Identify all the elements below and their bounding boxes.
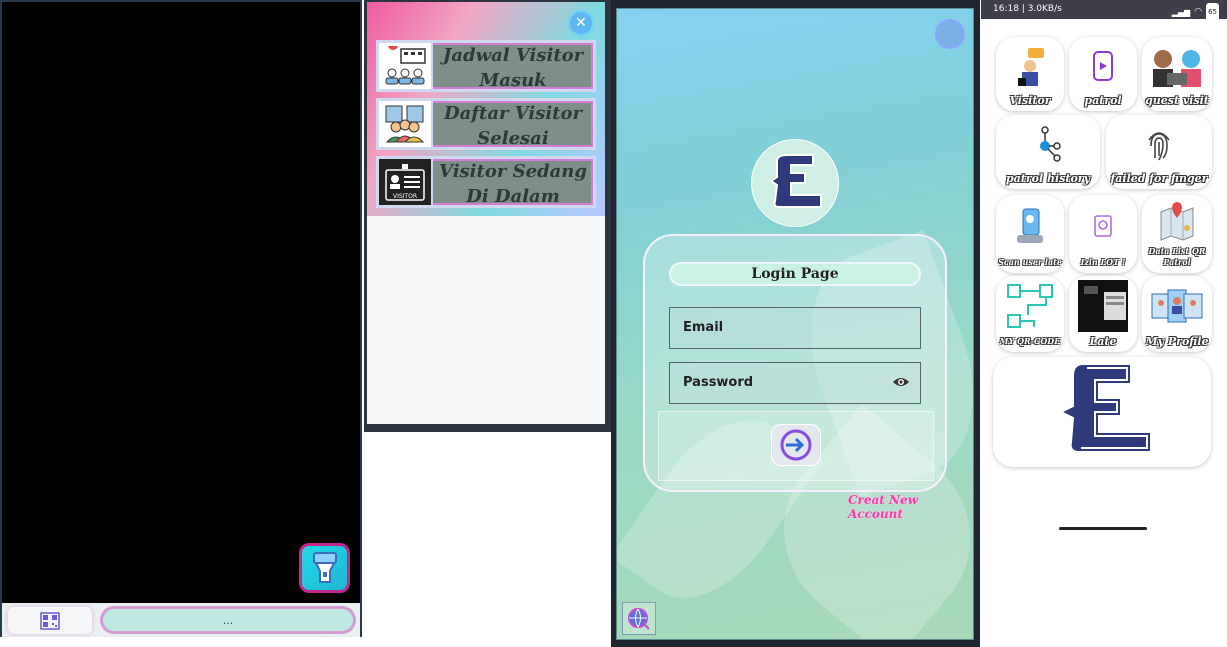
- battery-icon: 65: [1206, 3, 1219, 22]
- tile-label: MY QR-CODE: [999, 336, 1061, 346]
- menu-item-line1: Jadwal Visitor: [442, 45, 584, 66]
- tile-label: Late: [1089, 335, 1117, 348]
- flashlight-icon: [312, 552, 337, 583]
- signal-icon: ▂▄▆: [1171, 8, 1191, 17]
- menu-item-visitor-sedang[interactable]: VISITOR Visitor Sedang Di Dalam: [376, 156, 596, 208]
- visitor-id-card-icon: VISITOR: [379, 159, 433, 205]
- scanner-screen: ...: [0, 0, 362, 637]
- flashlight-button[interactable]: [299, 543, 350, 593]
- tile-label: patrol: [1084, 94, 1122, 107]
- tile-patrol[interactable]: patrol: [1069, 37, 1137, 111]
- login-button[interactable]: [771, 424, 821, 466]
- tile-label: guest visit: [1145, 94, 1209, 107]
- tile-late[interactable]: Late: [1069, 276, 1137, 352]
- schedule-visitor-icon: [379, 43, 433, 89]
- gesture-nav-bar[interactable]: [1059, 527, 1147, 530]
- status-bar: 16:18 | 3.0KB/s ▂▄▆ ◠ 65: [981, 0, 1227, 22]
- profile-icon: [1151, 289, 1203, 323]
- tile-label: Visitor: [1009, 94, 1051, 107]
- tile-guest-visit[interactable]: guest visit: [1142, 37, 1212, 111]
- login-arrow-icon: [780, 429, 812, 461]
- scan-result-field[interactable]: ...: [100, 606, 356, 634]
- qr-mode-button[interactable]: [8, 607, 92, 634]
- phone-patrol-icon: [1093, 51, 1113, 81]
- login-card: Login Page Email Password: [643, 234, 947, 492]
- settings-button[interactable]: [935, 19, 965, 49]
- menu-item-line2: Masuk: [479, 70, 547, 91]
- language-button[interactable]: [622, 602, 656, 635]
- menu-item-line1: Daftar Visitor: [443, 103, 582, 124]
- status-time: 16:18 | 3.0KB/s: [993, 4, 1062, 14]
- login-background: Login Page Email Password Creat New Acco…: [616, 8, 974, 640]
- qr-code-icon: [40, 611, 60, 630]
- tile-patrol-history[interactable]: patrol history: [996, 115, 1100, 189]
- menu-item-line1: Visitor Sedang: [439, 161, 587, 182]
- app-logo: [751, 139, 839, 227]
- tile-visitor[interactable]: Visitor: [996, 37, 1064, 111]
- logo-tile: [993, 357, 1211, 467]
- login-screen: Login Page Email Password Creat New Acco…: [611, 0, 980, 647]
- tile-data-list-qr-patrol[interactable]: Data List QR Patrol: [1142, 195, 1212, 273]
- eye-icon[interactable]: [892, 376, 910, 388]
- tile-label: Scan user late: [998, 257, 1062, 267]
- wifi-icon: ◠: [1194, 7, 1203, 17]
- visitor-card-text: VISITOR: [393, 193, 417, 200]
- tile-label: Izin LOT !: [1080, 257, 1126, 267]
- permission-icon: [1094, 215, 1112, 237]
- map-icon: [1160, 201, 1194, 241]
- tile-label: failed for finger: [1110, 172, 1208, 185]
- visitor-list-icon: [379, 101, 433, 147]
- tile-label: My Profile: [1145, 335, 1209, 348]
- menu-background: [367, 216, 605, 424]
- create-account-link[interactable]: Creat New Account: [848, 493, 973, 521]
- dashboard-screen: 16:18 | 3.0KB/s ▂▄▆ ◠ 65 Visitor patrol …: [981, 0, 1227, 535]
- close-icon: ✕: [575, 15, 587, 31]
- tile-label: Data List QR Patrol: [1148, 246, 1206, 267]
- email-field[interactable]: Email: [669, 307, 921, 349]
- guest-visit-icon: [1153, 50, 1201, 87]
- app-logo-icon: [769, 154, 822, 208]
- visitor-menu-screen: ✕ Jadwal Visitor Masuk Daftar Visitor Se…: [364, 0, 612, 432]
- scanner-bottom-bar: ...: [2, 603, 360, 637]
- patrol-history-icon: [1040, 126, 1061, 162]
- visitor-icon: [1018, 48, 1044, 86]
- tile-my-qr-code[interactable]: MY QR-CODE: [996, 276, 1064, 352]
- tile-scan-user-late[interactable]: Scan user late: [996, 195, 1064, 273]
- tile-my-profile[interactable]: My Profile: [1142, 276, 1212, 352]
- submit-area: [658, 411, 934, 481]
- tile-failed-finger[interactable]: failed for finger: [1106, 115, 1212, 189]
- menu-item-jadwal-visitor[interactable]: Jadwal Visitor Masuk: [376, 40, 596, 92]
- tile-izin-lot[interactable]: Izin LOT !: [1069, 195, 1137, 273]
- menu-item-daftar-visitor[interactable]: Daftar Visitor Selesai: [376, 98, 596, 150]
- app-logo-icon: [1058, 363, 1152, 453]
- qr-code-icon: [1007, 284, 1053, 328]
- globe-icon: [628, 607, 650, 630]
- login-title: Login Page: [669, 262, 921, 286]
- password-placeholder: Password: [683, 375, 754, 390]
- scan-user-icon: [1017, 208, 1043, 243]
- close-button[interactable]: ✕: [568, 10, 594, 36]
- fingerprint-icon: [1148, 132, 1170, 161]
- tile-label: patrol history: [1005, 172, 1090, 185]
- password-field[interactable]: Password: [669, 362, 921, 404]
- late-photo-icon: [1078, 280, 1128, 332]
- visitor-menu-panel: ✕ Jadwal Visitor Masuk Daftar Visitor Se…: [367, 2, 605, 216]
- menu-item-line2: Di Dalam: [466, 186, 560, 207]
- menu-item-line2: Selesai: [477, 128, 549, 149]
